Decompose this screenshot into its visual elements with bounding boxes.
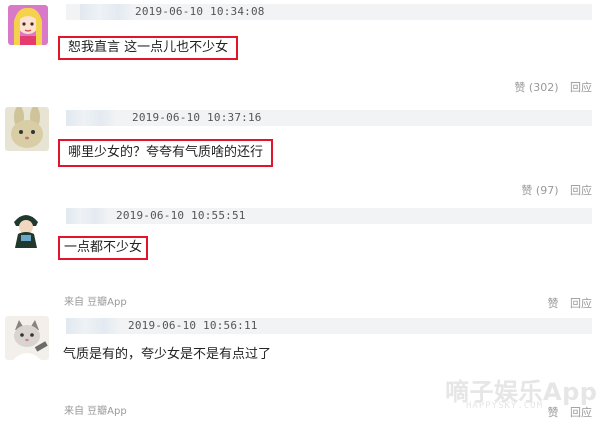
comment-text: 恕我直言 这一点儿也不少女 xyxy=(58,36,239,60)
comment-source: 来自 豆瓣App xyxy=(64,406,127,417)
comment-text: 一点都不少女 xyxy=(58,236,149,260)
reply-button[interactable]: 回应 xyxy=(570,79,592,95)
like-count: (97) xyxy=(535,184,559,197)
like-button[interactable]: 赞 (302) xyxy=(506,79,558,95)
cartoon-character-avatar[interactable] xyxy=(6,208,46,248)
reply-button[interactable]: 回应 xyxy=(570,295,592,311)
comment-meta-bar: 2019-06-10 10:55:51 xyxy=(66,208,592,224)
comment-meta-bar: 2019-06-10 10:37:16 xyxy=(66,110,592,126)
rabbit-avatar[interactable] xyxy=(5,107,49,151)
comment-timestamp: 2019-06-10 10:37:16 xyxy=(132,111,262,124)
reply-button[interactable]: 回应 xyxy=(570,182,592,198)
like-button[interactable]: 赞 xyxy=(540,295,559,311)
username-blurred[interactable] xyxy=(66,208,108,224)
comment-actions: 赞 (302) 回应 xyxy=(498,79,592,95)
username-blurred[interactable] xyxy=(66,318,120,334)
comment-actions: 赞 (97) 回应 xyxy=(505,182,592,198)
like-label: 赞 xyxy=(521,184,533,197)
like-label: 赞 xyxy=(514,81,526,94)
comment-meta-bar: 2019-06-10 10:56:11 xyxy=(66,318,592,334)
username-blurred[interactable] xyxy=(80,4,134,20)
comment-actions: 赞 回应 xyxy=(532,295,593,311)
like-label: 赞 xyxy=(547,297,559,310)
comment-text: 哪里少女的？夸夸有气质啥的还行 xyxy=(58,139,274,167)
like-count: (302) xyxy=(528,81,559,94)
cat-avatar[interactable] xyxy=(5,316,49,360)
comment-text: 气质是有的，夸少女是不是有点过了 xyxy=(63,347,272,362)
comment-meta-bar: 2019-06-10 10:34:08 xyxy=(66,4,592,20)
watermark-subtitle: HAPPYSKY.COM xyxy=(466,401,544,411)
comment-timestamp: 2019-06-10 10:55:51 xyxy=(116,209,246,222)
comment-timestamp: 2019-06-10 10:34:08 xyxy=(135,5,265,18)
anime-girl-avatar[interactable] xyxy=(8,5,48,45)
comment-timestamp: 2019-06-10 10:56:11 xyxy=(128,319,258,332)
comment-source: 来自 豆瓣App xyxy=(64,297,127,308)
like-button[interactable]: 赞 (97) xyxy=(513,182,558,198)
username-blurred[interactable] xyxy=(66,110,116,126)
